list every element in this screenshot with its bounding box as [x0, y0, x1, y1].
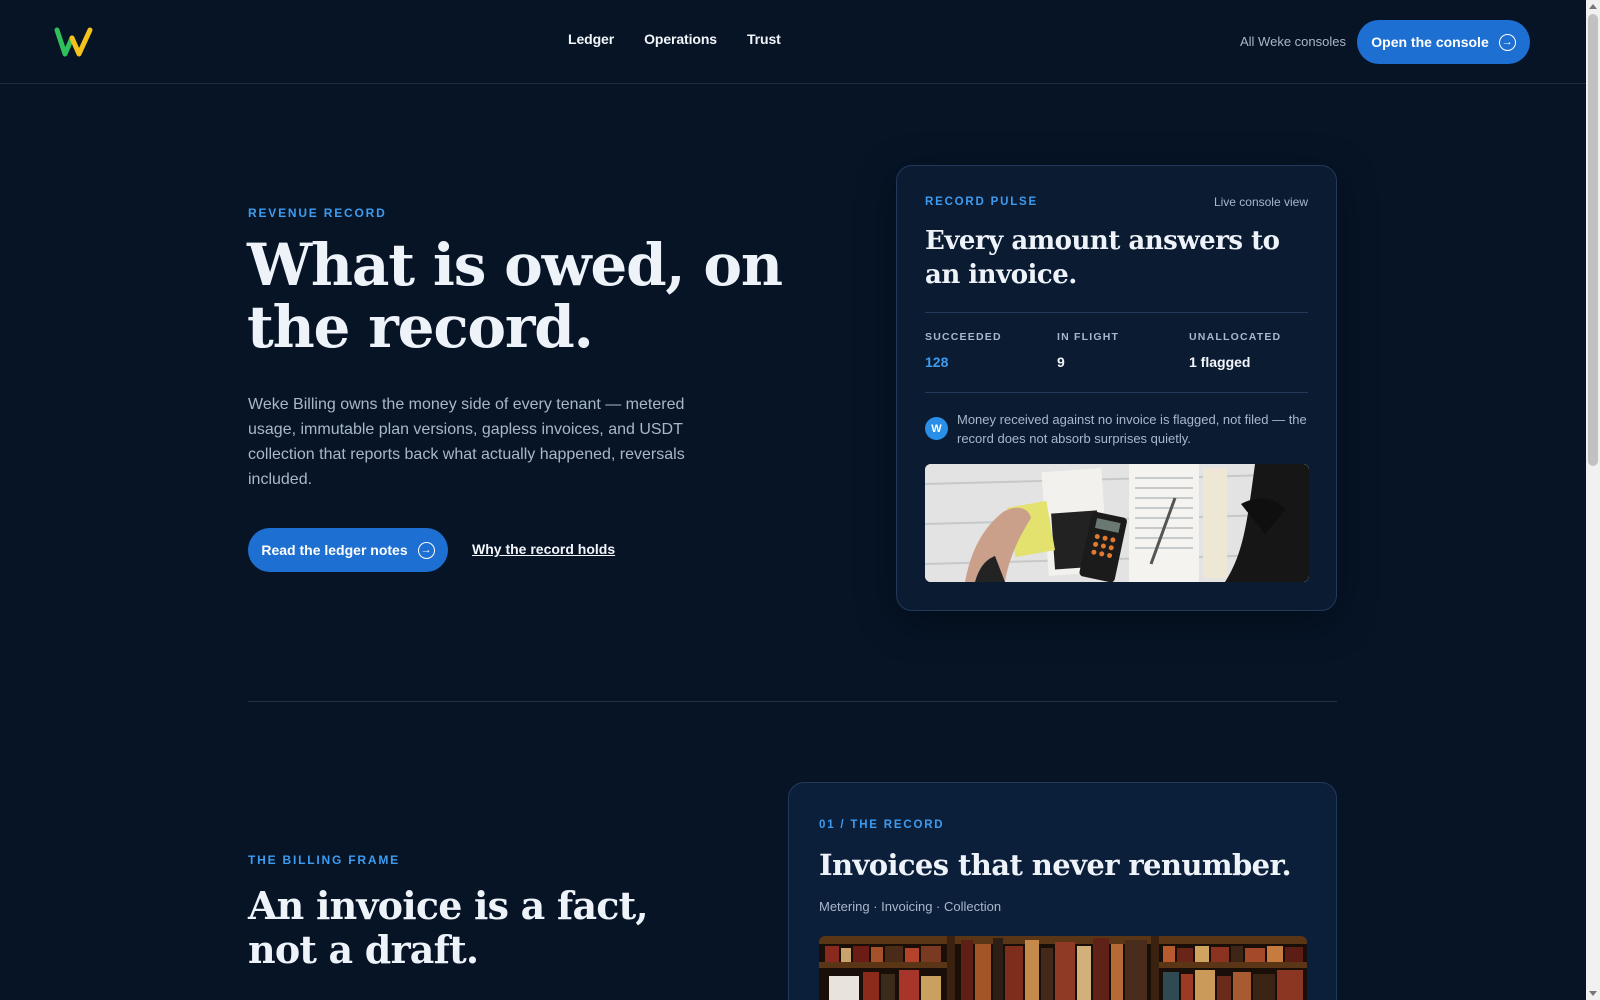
hero-title: What is owed, on the record.: [247, 231, 783, 361]
why-record-holds-link[interactable]: Why the record holds: [472, 541, 615, 557]
open-console-label: Open the console: [1371, 34, 1489, 50]
bookshelf-photo: [819, 936, 1307, 1000]
read-ledger-notes-button[interactable]: Read the ledger notes →: [248, 528, 448, 572]
section-divider: [248, 701, 1337, 702]
record-tags: Metering · Invoicing · Collection: [819, 899, 1002, 914]
stat-label: IN FLIGHT: [1057, 331, 1120, 343]
page: Ledger Operations Trust All Weke console…: [0, 0, 1586, 1000]
stat-value: 9: [1057, 354, 1065, 370]
pulse-eyebrow: RECORD PULSE: [925, 196, 1038, 208]
nav-item-trust[interactable]: Trust: [747, 31, 781, 47]
arrow-right-circle-icon: →: [417, 541, 435, 559]
hero-description: Weke Billing owns the money side of ever…: [248, 396, 685, 488]
weke-badge-icon: W: [925, 417, 948, 440]
scroll-down-arrow-icon[interactable]: [1589, 991, 1597, 996]
stat-label: UNALLOCATED: [1189, 331, 1282, 343]
live-console-view-label: Live console view: [1213, 195, 1308, 209]
main-nav: Ledger Operations Trust: [568, 31, 781, 47]
page-scrollbar[interactable]: [1586, 0, 1600, 1000]
nav-item-ledger[interactable]: Ledger: [568, 31, 614, 47]
billing-frame-title: An invoice is a fact, not a draft.: [248, 883, 649, 972]
site-header: Ledger Operations Trust All Weke console…: [0, 0, 1586, 84]
pulse-title: Every amount answers to an invoice.: [925, 226, 1280, 290]
stat-value: 1 flagged: [1189, 354, 1251, 370]
invoices-desk-photo: [925, 464, 1309, 582]
billing-frame-eyebrow: THE BILLING FRAME: [248, 853, 400, 867]
stat-unallocated: UNALLOCATED 1 flagged: [1189, 331, 1281, 370]
arrow-right-circle-icon: →: [1498, 33, 1516, 51]
weke-logo[interactable]: [54, 26, 96, 58]
read-ledger-notes-label: Read the ledger notes: [261, 542, 408, 558]
open-console-button[interactable]: Open the console →: [1357, 20, 1530, 64]
divider: [925, 392, 1308, 393]
scroll-up-arrow-icon[interactable]: [1589, 4, 1597, 9]
nav-item-operations[interactable]: Operations: [644, 31, 717, 47]
stat-value: 128: [925, 354, 949, 370]
stat-label: SUCCEEDED: [925, 331, 1002, 343]
stat-in-flight: IN FLIGHT 9: [1057, 331, 1119, 370]
divider: [925, 312, 1308, 313]
pulse-note: Money received against no invoice is fla…: [957, 412, 1307, 446]
hero-eyebrow: REVENUE RECORD: [248, 206, 387, 220]
stat-succeeded: SUCCEEDED 128: [925, 331, 1002, 370]
all-consoles-link[interactable]: All Weke consoles: [1240, 34, 1346, 49]
record-title: Invoices that never renumber.: [819, 848, 1292, 882]
record-eyebrow: 01 / THE RECORD: [819, 819, 945, 831]
the-record-card: 01 / THE RECORD Invoices that never renu…: [788, 782, 1337, 1000]
record-pulse-card: RECORD PULSE Live console view Every amo…: [896, 165, 1337, 611]
scrollbar-thumb[interactable]: [1588, 14, 1598, 466]
